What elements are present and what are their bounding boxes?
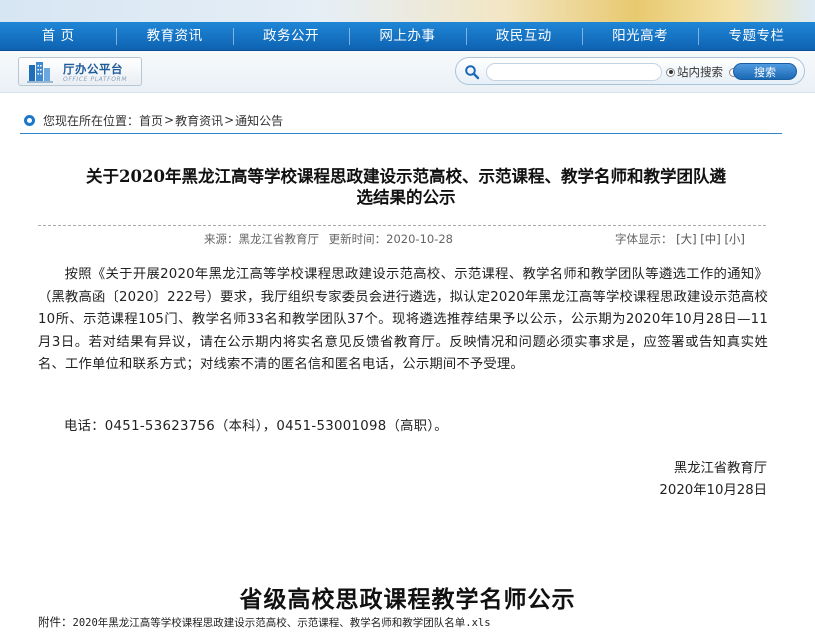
search-icon [465,65,480,80]
font-size-large-button[interactable]: [大] [676,232,696,246]
contact-phone: 电话：0451-53623756（本科），0451-53001098（高职）。 [64,419,448,434]
search-scope-site[interactable]: 站内搜索 [666,64,723,80]
nav-item-special-topics[interactable]: 专题专栏 [698,22,814,51]
title-divider [38,225,766,226]
nav-item-home[interactable]: 首 页 [0,22,116,51]
article-title: 关于2020年黑龙江高等学校课程思政建设示范高校、示范课程、教学名师和教学团队遴… [36,166,776,208]
radio-selected-icon [666,67,675,77]
logo-title: 厅办公平台 [63,62,123,76]
breadcrumb-education-news[interactable]: 教育资讯 [175,112,223,129]
nav-item-government-affairs[interactable]: 政务公开 [232,22,349,51]
source-value: 黑龙江省教育厅 [238,232,320,246]
article-meta: 来源：黑龙江省教育厅 更新时间：2020-10-28 [204,231,453,247]
font-size-small-button[interactable]: [小] [724,232,744,246]
breadcrumb-divider [20,133,782,134]
office-platform-link[interactable]: 厅办公平台 OFFICE PLATFORM [18,57,142,86]
font-size-label: 字体显示： [615,232,673,246]
article-title-line-2: 选结果的公示 [356,188,456,207]
attachment-label: 附件： [38,617,73,629]
source-label: 来源： [204,232,239,246]
attachment-link[interactable]: 2020年黑龙江高等学校课程思政建设示范高校、示范课程、教学名师和教学团队名单.… [73,617,491,629]
main-nav: 首 页 教育资讯 政务公开 网上办事 政民互动 阳光高考 专题专栏 [0,22,815,51]
attachment: 附件：2020年黑龙江高等学校课程思政建设示范高校、示范课程、教学名师和教学团队… [38,614,491,630]
header-banner [0,0,815,22]
logo-subtitle: OFFICE PLATFORM [63,76,128,83]
updated-value: 2020-10-28 [386,232,453,246]
font-size-medium-button[interactable]: [中] [700,232,720,246]
nav-item-online-services[interactable]: 网上办事 [349,22,465,51]
location-bullet-icon [24,114,35,126]
search-bar: 站内搜索 百度 搜索 [455,57,805,85]
nav-item-education-news[interactable]: 教育资讯 [116,22,232,51]
search-scope-site-label: 站内搜索 [677,65,723,79]
breadcrumb-notices[interactable]: 通知公告 [235,112,283,129]
article-signature: 黑龙江省教育厅 2020年10月28日 [659,458,767,502]
breadcrumb: 您现在所在位置： 首页 > 教育资讯 > 通知公告 [24,112,283,128]
nav-item-public-interaction[interactable]: 政民互动 [465,22,582,51]
breadcrumb-separator: > [224,113,235,127]
breadcrumb-prefix: 您现在所在位置： [43,113,140,128]
search-input[interactable] [486,63,662,81]
building-icon [27,62,53,83]
article-body: 按照《关于开展2020年黑龙江高等学校课程思政建设示范高校、示范课程、教学名师和… [38,267,768,373]
header-row: 厅办公平台 OFFICE PLATFORM 站内搜索 百度 搜索 [0,51,815,93]
nav-item-sunshine-gaokao[interactable]: 阳光高考 [581,22,698,51]
embedded-image-heading: 省级高校思政课程教学名师公示 [239,587,576,613]
article-title-line-1: 关于2020年黑龙江高等学校课程思政建设示范高校、示范课程、教学名师和教学团队遴 [86,167,726,186]
signer-name: 黑龙江省教育厅 [673,461,767,476]
breadcrumb-separator: > [164,113,175,127]
signed-date: 2020年10月28日 [659,483,767,498]
breadcrumb-home[interactable]: 首页 [139,112,163,129]
search-button[interactable]: 搜索 [733,63,797,80]
font-size-control: 字体显示： [大] [中] [小] [615,231,745,247]
updated-label: 更新时间： [328,232,387,246]
